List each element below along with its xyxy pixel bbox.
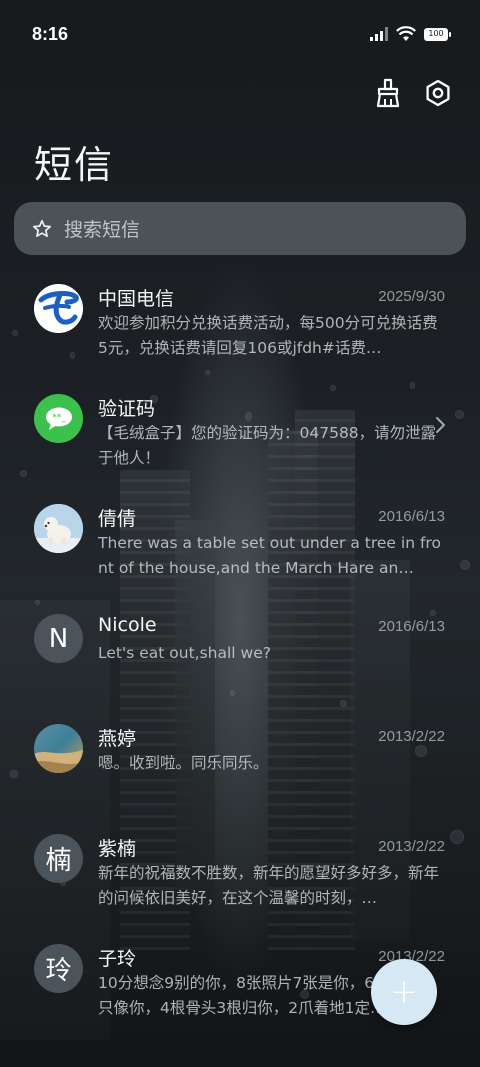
conversation-name: 倩倩 <box>98 508 137 530</box>
status-bar: 8:16 100 <box>0 0 480 68</box>
settings-button[interactable] <box>422 76 454 110</box>
conversation-item[interactable]: 倩倩 2016/6/13 There was a table set out u… <box>0 492 480 602</box>
china-telecom-logo-icon <box>34 284 83 333</box>
conversation-date: 2025/9/30 <box>378 288 445 305</box>
conversation-date: 2013/2/22 <box>378 838 445 855</box>
wifi-icon <box>396 26 416 41</box>
letter-avatar: N <box>34 614 83 663</box>
conversation-date: 2016/6/13 <box>378 508 445 525</box>
conversation-item[interactable]: 楠 紫楠 2013/2/22 新年的祝福数不胜数，新年的愿望好多好多，新年的问候… <box>0 822 480 932</box>
conversation-date: 2013/2/22 <box>378 728 445 745</box>
conversation-preview: There was a table set out under a tree i… <box>98 534 441 577</box>
clean-button[interactable] <box>372 76 404 110</box>
conversation-preview: 嗯。收到啦。同乐同乐。 <box>98 754 269 772</box>
chevron-right-icon <box>436 417 445 433</box>
landscape-photo-icon <box>34 724 83 773</box>
polar-bear-avatar <box>34 504 83 553</box>
conversation-name: Nicole <box>98 614 157 636</box>
conversation-preview: Let's eat out,shall we? <box>98 644 271 662</box>
status-time: 8:16 <box>32 23 69 44</box>
conversation-list: 中国电信 2025/9/30 欢迎参加积分兑换话费活动，每500分可兑换话费5元… <box>0 272 480 1042</box>
gear-icon <box>426 79 450 107</box>
letter-avatar: 楠 <box>34 834 83 883</box>
conversation-name: 中国电信 <box>98 288 175 310</box>
battery-icon: 100 <box>424 27 451 41</box>
conversation-preview: 新年的祝福数不胜数，新年的愿望好多好多，新年的问候依旧美好，在这个温馨的时刻，… <box>98 864 440 907</box>
top-actions <box>372 76 454 110</box>
message-bubble-icon: **_ <box>45 407 72 430</box>
letter-avatar: 玲 <box>34 944 83 993</box>
conversation-preview: 欢迎参加积分兑换话费活动，每500分可兑换话费5元，兑换话费请回复106或jfd… <box>98 314 438 357</box>
conversation-name: 燕婷 <box>98 728 137 750</box>
conversation-item[interactable]: N Nicole 2016/6/13 Let's eat out,shall w… <box>0 602 480 712</box>
conversation-name: 验证码 <box>98 398 156 420</box>
verification-avatar: **_ <box>34 394 83 443</box>
svg-text:**_: **_ <box>52 413 66 423</box>
star-icon <box>32 219 52 237</box>
new-message-button[interactable]: + <box>371 959 437 1025</box>
conversation-name: 子玲 <box>98 948 137 970</box>
conversation-item[interactable]: **_ 验证码 【毛绒盒子】您的验证码为：047588，请勿泄露于他人！ <box>0 382 480 492</box>
search-input[interactable]: 搜索短信 <box>14 202 466 255</box>
landscape-avatar <box>34 724 83 773</box>
broom-icon <box>376 78 400 108</box>
polar-bear-photo-icon <box>34 504 83 553</box>
signal-icon <box>370 27 388 41</box>
china-telecom-avatar <box>34 284 83 333</box>
conversation-date: 2016/6/13 <box>378 618 445 635</box>
conversation-item[interactable]: 中国电信 2025/9/30 欢迎参加积分兑换话费活动，每500分可兑换话费5元… <box>0 272 480 382</box>
conversation-item[interactable]: 燕婷 2013/2/22 嗯。收到啦。同乐同乐。 <box>0 712 480 822</box>
plus-icon: + <box>389 972 419 1012</box>
system-icons: 100 <box>370 26 451 42</box>
conversation-name: 紫楠 <box>98 838 137 860</box>
conversation-preview: 【毛绒盒子】您的验证码为：047588，请勿泄露于他人！ <box>98 424 437 467</box>
search-placeholder: 搜索短信 <box>64 219 141 241</box>
page-title: 短信 <box>34 143 115 187</box>
